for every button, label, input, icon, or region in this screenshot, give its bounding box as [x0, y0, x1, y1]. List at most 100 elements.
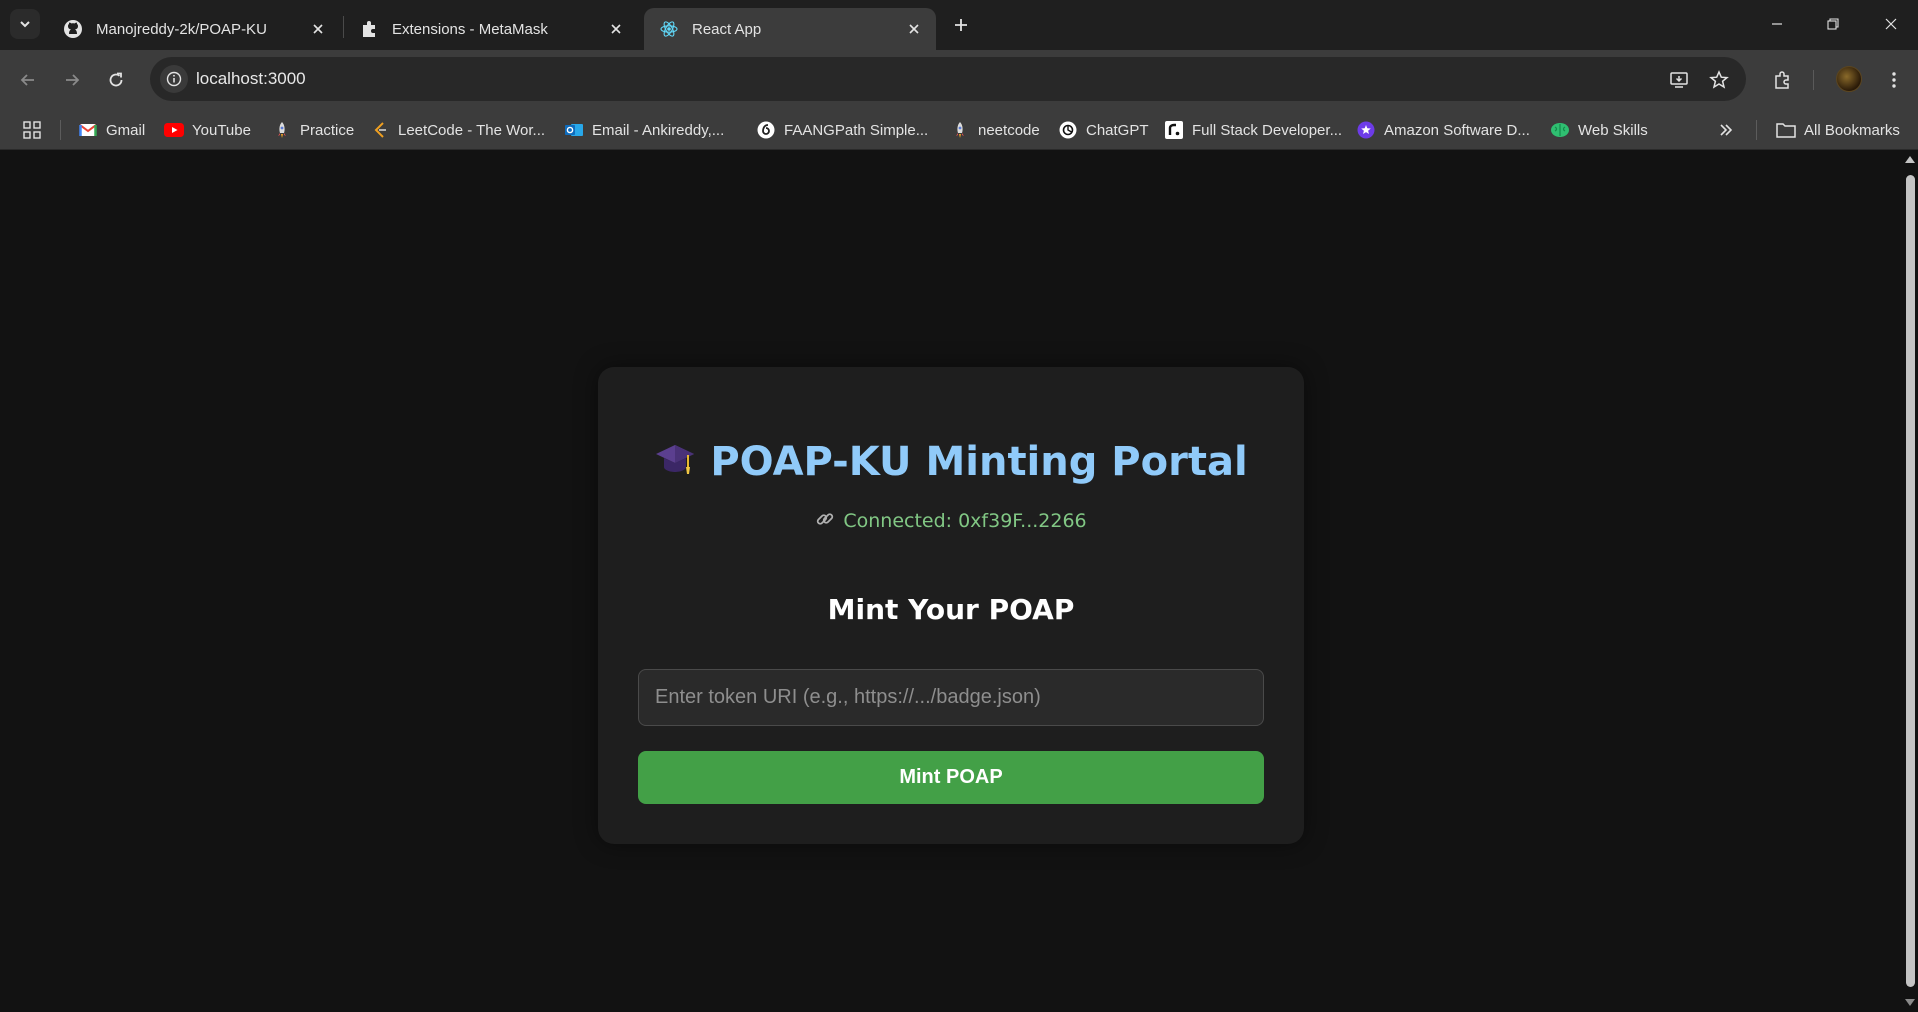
- tab-title: Manojreddy-2k/POAP-KU: [96, 20, 267, 38]
- chatgpt-icon: [1058, 120, 1078, 140]
- chevron-down-icon: [20, 21, 30, 28]
- browser-toolbar: localhost:3000: [0, 50, 1918, 110]
- install-icon: [1670, 72, 1688, 88]
- page-scrollbar[interactable]: [1902, 151, 1918, 1012]
- bookmark-web-skills[interactable]: Web Skills: [1550, 118, 1648, 142]
- bookmark-email[interactable]: Email - Ankireddy,...: [564, 118, 724, 142]
- rocket-icon: [950, 120, 970, 140]
- connected-address: Connected: 0xf39F...2266: [843, 510, 1087, 532]
- apps-button[interactable]: [20, 118, 44, 142]
- puzzle-icon: [1775, 71, 1789, 89]
- bookmark-label: Practice: [300, 121, 355, 139]
- bookmark-label: Email - Ankireddy,...: [592, 121, 725, 139]
- bookmark-faangpath[interactable]: FAANGPath Simple...: [756, 118, 928, 142]
- connection-status: Connected: 0xf39F...2266: [598, 509, 1304, 534]
- forward-button[interactable]: [56, 64, 88, 96]
- install-app-button[interactable]: [1666, 67, 1692, 93]
- bookmark-divider: [60, 120, 61, 140]
- page-viewport: POAP-KU Minting Portal Connected: 0xf39F…: [0, 151, 1902, 1012]
- link-icon: [815, 509, 835, 534]
- bookmark-practice[interactable]: Practice: [272, 118, 354, 142]
- scroll-thumb[interactable]: [1906, 175, 1915, 987]
- minimize-icon: [1772, 23, 1782, 25]
- tab-search-button[interactable]: [10, 9, 40, 39]
- close-icon: [1885, 18, 1897, 30]
- bookmark-label: Gmail: [106, 121, 146, 139]
- bookmark-label: LeetCode - The Wor...: [398, 121, 546, 139]
- close-icon[interactable]: [902, 17, 926, 41]
- puzzle-icon: [358, 18, 380, 40]
- bookmark-label: YouTube: [192, 121, 251, 139]
- tab-github[interactable]: Manojreddy-2k/POAP-KU: [48, 8, 340, 50]
- tab-title: React App: [692, 20, 762, 38]
- bookmark-neetcode[interactable]: neetcode: [950, 118, 1040, 142]
- bookmark-gmail[interactable]: Gmail: [78, 118, 145, 142]
- toolbar-divider: [1813, 70, 1814, 90]
- star-badge-icon: [1356, 120, 1376, 140]
- github-icon: [62, 18, 84, 40]
- mint-poap-button[interactable]: Mint POAP: [638, 751, 1264, 804]
- apps-grid-icon: [23, 121, 41, 139]
- reload-button[interactable]: [100, 64, 132, 96]
- replit-icon: [1164, 120, 1184, 140]
- bookmark-star-button[interactable]: [1706, 67, 1732, 93]
- all-bookmarks-label: All Bookmarks: [1804, 121, 1900, 139]
- react-icon: [658, 18, 680, 40]
- scroll-up-arrow-icon[interactable]: [1905, 156, 1915, 163]
- graduation-cap-icon: [654, 439, 696, 489]
- page-title-text: POAP-KU Minting Portal: [710, 439, 1248, 485]
- tab-extensions[interactable]: Extensions - MetaMask: [344, 8, 638, 50]
- youtube-icon: [164, 120, 184, 140]
- folder-icon: [1776, 120, 1796, 140]
- tab-title: Extensions - MetaMask: [392, 20, 548, 38]
- site-info-button[interactable]: [160, 65, 188, 93]
- bookmark-label: Amazon Software D...: [1384, 121, 1530, 139]
- close-icon[interactable]: [604, 17, 628, 41]
- close-icon[interactable]: [306, 17, 330, 41]
- token-uri-input[interactable]: [638, 669, 1264, 726]
- page-title: POAP-KU Minting Portal: [598, 439, 1304, 489]
- gmail-icon: [78, 120, 98, 140]
- star-icon: [1709, 70, 1729, 89]
- bookmarks-bar: Gmail YouTube Practice LeetCode - The Wo…: [0, 110, 1918, 150]
- bookmark-chatgpt[interactable]: ChatGPT: [1058, 118, 1149, 142]
- bookmark-full-stack[interactable]: Full Stack Developer...: [1164, 118, 1342, 142]
- browser-tab-strip: Manojreddy-2k/POAP-KU Extensions - MetaM…: [0, 0, 1918, 50]
- reload-icon: [109, 72, 123, 87]
- bookmark-divider: [1756, 120, 1757, 140]
- mint-heading: Mint Your POAP: [827, 593, 1075, 626]
- brain-icon: [1550, 120, 1570, 140]
- profile-avatar[interactable]: [1836, 66, 1862, 92]
- back-button[interactable]: [12, 64, 44, 96]
- browser-menu-button[interactable]: [1880, 66, 1908, 94]
- leetcode-icon: [370, 120, 390, 140]
- bookmark-amazon-software[interactable]: Amazon Software D...: [1356, 118, 1530, 142]
- scroll-down-arrow-icon[interactable]: [1905, 999, 1915, 1006]
- tab-react-app[interactable]: React App: [644, 8, 936, 50]
- rocket-icon: [272, 120, 292, 140]
- outlook-icon: [564, 120, 584, 140]
- faangpath-icon: [756, 120, 776, 140]
- bookmark-label: Full Stack Developer...: [1192, 121, 1343, 139]
- restore-icon: [1827, 18, 1839, 30]
- restore-button[interactable]: [1818, 10, 1848, 38]
- url-text[interactable]: localhost:3000: [196, 69, 306, 89]
- bookmark-leetcode[interactable]: LeetCode - The Wor...: [370, 118, 545, 142]
- minting-card: POAP-KU Minting Portal Connected: 0xf39F…: [598, 367, 1304, 844]
- address-bar[interactable]: localhost:3000: [150, 57, 1746, 101]
- bookmark-youtube[interactable]: YouTube: [164, 118, 251, 142]
- minimize-button[interactable]: [1762, 10, 1792, 38]
- chevron-double-right-icon: [1720, 124, 1733, 136]
- arrow-right-icon: [66, 74, 80, 86]
- bookmark-label: ChatGPT: [1086, 121, 1149, 139]
- arrow-left-icon: [20, 74, 34, 86]
- bookmark-label: neetcode: [978, 121, 1040, 139]
- new-tab-button[interactable]: [948, 12, 974, 38]
- all-bookmarks-button[interactable]: All Bookmarks: [1776, 118, 1900, 142]
- close-window-button[interactable]: [1876, 10, 1906, 38]
- bookmark-label: Web Skills: [1578, 121, 1648, 139]
- more-bookmarks-button[interactable]: [1718, 118, 1734, 142]
- plus-icon: [955, 19, 967, 31]
- extensions-button[interactable]: [1768, 66, 1796, 94]
- bookmark-label: FAANGPath Simple...: [784, 121, 929, 139]
